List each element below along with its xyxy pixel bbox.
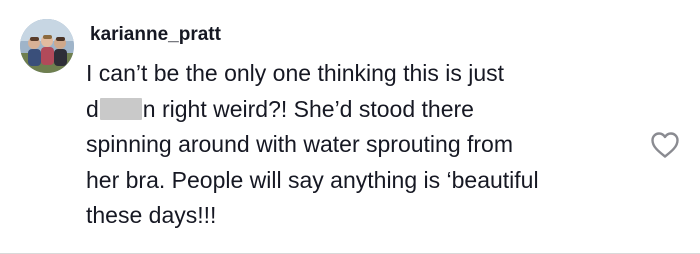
comment-line: her bra. People will say anything is ‘be…: [86, 163, 646, 199]
comment-line-text: spinning around with water sprouting fro…: [86, 131, 514, 157]
censor-blur: [99, 97, 142, 120]
comment-item: karianne_pratt I can’t be the only one t…: [0, 0, 700, 254]
comment-body: I can’t be the only one thinking this is…: [86, 56, 646, 234]
comment-line-text-end: n right weird?! She’d stood there: [142, 95, 474, 122]
comment-username[interactable]: karianne_pratt: [90, 24, 221, 46]
heart-outline-icon: [651, 132, 679, 158]
comment-line-text: I can’t be the only one thinking this is…: [86, 60, 505, 86]
comment-line-text: these days!!!: [86, 202, 217, 228]
comment-line: spinning around with water sprouting fro…: [86, 127, 646, 163]
comment-line-text: her bra. People will say anything is ‘be…: [86, 166, 539, 193]
like-button[interactable]: [650, 131, 680, 159]
avatar[interactable]: [20, 19, 74, 73]
comment-line: I can’t be the only one thinking this is…: [86, 56, 646, 92]
comment-line: these days!!!: [86, 198, 646, 234]
comment-line-text-start: d: [86, 95, 99, 122]
avatar-photo: [20, 19, 74, 73]
comment-line: d n right weird?! She’d stood there: [86, 92, 646, 128]
